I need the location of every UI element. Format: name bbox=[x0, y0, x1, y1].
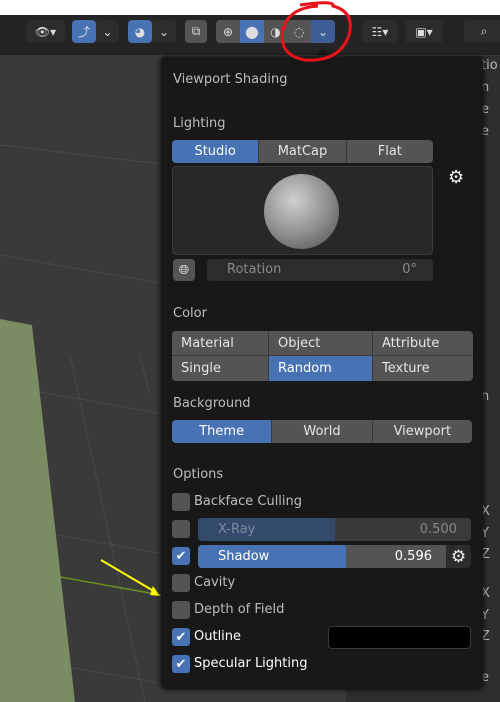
background-label: Background bbox=[173, 396, 251, 411]
gizmo-icon: ⤴ bbox=[77, 25, 90, 39]
color-attribute[interactable]: Attribute bbox=[373, 331, 473, 355]
cavity-label: Cavity bbox=[194, 575, 236, 590]
popup-title: Viewport Shading bbox=[173, 72, 288, 87]
rotation-field[interactable]: Rotation 0° bbox=[207, 259, 433, 281]
gear-icon[interactable]: ⚙ bbox=[448, 167, 464, 188]
lighting-matcap[interactable]: MatCap bbox=[259, 140, 347, 163]
overlay-toggle[interactable]: ◕ bbox=[128, 20, 152, 43]
outline-color-field[interactable] bbox=[328, 626, 471, 649]
selectability-dropdown[interactable]: 👁▾ bbox=[26, 20, 65, 43]
rendered-shading-button[interactable]: ◌ bbox=[287, 20, 311, 43]
world-space-lighting-toggle[interactable]: 🌐︎ bbox=[173, 259, 195, 281]
display-mode-icon: ▣▾ bbox=[415, 24, 433, 39]
shadow-label: Shadow bbox=[218, 549, 270, 564]
editor-display-dropdown[interactable]: ☷▾ bbox=[362, 20, 398, 43]
background-selector: Theme World Viewport bbox=[172, 420, 472, 443]
overlay-dropdown[interactable]: ⌄ bbox=[152, 20, 176, 43]
xray-toggle-icon: ⧉ bbox=[191, 24, 201, 38]
checkmark-icon: ✔ bbox=[175, 629, 187, 645]
xray-checkbox[interactable] bbox=[172, 520, 190, 538]
backface-culling-label: Backface Culling bbox=[194, 494, 303, 509]
backface-culling-checkbox[interactable] bbox=[172, 493, 190, 511]
globe-icon: 🌐︎ bbox=[178, 262, 190, 278]
outline-checkbox[interactable]: ✔ bbox=[172, 628, 190, 646]
material-preview-button[interactable]: ◑ bbox=[264, 20, 287, 43]
color-label: Color bbox=[173, 306, 207, 321]
color-single[interactable]: Single bbox=[172, 356, 268, 381]
gizmo-dropdown[interactable]: ⌄ bbox=[96, 20, 119, 43]
search-button[interactable]: ⌕ bbox=[464, 20, 500, 43]
chevron-down-icon: ⌄ bbox=[317, 24, 329, 39]
depth-of-field-label: Depth of Field bbox=[194, 602, 285, 617]
search-icon: ⌕ bbox=[480, 24, 488, 38]
depth-of-field-checkbox[interactable] bbox=[172, 601, 190, 619]
cavity-checkbox[interactable] bbox=[172, 574, 190, 592]
material-preview-icon: ◑ bbox=[270, 24, 281, 39]
eye-select-icon: 👁▾ bbox=[34, 24, 57, 39]
shadow-value: 0.596 bbox=[394, 549, 432, 564]
xray-label: X-Ray bbox=[218, 522, 256, 537]
rendered-shading-icon: ◌ bbox=[293, 24, 305, 39]
color-texture[interactable]: Texture bbox=[373, 356, 473, 381]
color-material[interactable]: Material bbox=[172, 331, 268, 355]
specular-lighting-checkbox[interactable]: ✔ bbox=[172, 655, 190, 673]
xray-toggle[interactable]: ⧉ bbox=[185, 20, 207, 43]
sphere-preview bbox=[264, 174, 339, 249]
wireframe-shading-icon: ⊕ bbox=[222, 24, 234, 39]
lighting-studio[interactable]: Studio bbox=[172, 140, 260, 163]
xray-slider[interactable]: X-Ray 0.500 bbox=[198, 518, 471, 541]
solid-shading-button[interactable]: ● bbox=[240, 20, 264, 43]
viewport-header: 👁▾ ⤴ ⌄ ◕ ⌄ ⧉ ⊕ ● ◑ ◌ ⌄ ☷▾ ▣▾ ⌕ bbox=[0, 15, 500, 55]
panel-text: tio bbox=[481, 58, 498, 73]
annotation-arrow-head bbox=[150, 586, 160, 596]
shadow-checkbox[interactable]: ✔ bbox=[172, 547, 190, 565]
options-label: Options bbox=[173, 467, 224, 482]
chevron-down-icon: ⌄ bbox=[158, 24, 170, 39]
top-strip bbox=[0, 0, 500, 15]
popup-pointer bbox=[316, 48, 330, 55]
outline-label: Outline bbox=[194, 629, 242, 644]
display-mode-dropdown[interactable]: ▣▾ bbox=[405, 20, 443, 43]
shading-dropdown-button[interactable]: ⌄ bbox=[311, 20, 335, 43]
rotation-value: 0° bbox=[402, 262, 417, 277]
background-theme[interactable]: Theme bbox=[172, 420, 273, 443]
checkmark-icon: ✔ bbox=[175, 548, 187, 564]
wireframe-shading-button[interactable]: ⊕ bbox=[216, 20, 240, 43]
chevron-down-icon: ⌄ bbox=[102, 24, 113, 39]
rotation-label: Rotation bbox=[227, 262, 282, 277]
color-object[interactable]: Object bbox=[269, 331, 372, 355]
xray-value: 0.500 bbox=[419, 522, 457, 537]
studio-light-preview[interactable] bbox=[172, 166, 433, 255]
lighting-label: Lighting bbox=[173, 116, 226, 131]
background-world[interactable]: World bbox=[272, 420, 373, 443]
green-plane bbox=[0, 319, 75, 702]
shadow-slider[interactable]: Shadow 0.596 bbox=[198, 545, 446, 568]
checkmark-icon: ✔ bbox=[175, 656, 187, 672]
lighting-flat[interactable]: Flat bbox=[346, 140, 433, 163]
solid-shading-icon: ● bbox=[245, 22, 259, 41]
color-random[interactable]: Random bbox=[269, 356, 372, 381]
gear-icon[interactable]: ⚙ bbox=[446, 545, 471, 568]
background-viewport[interactable]: Viewport bbox=[372, 420, 472, 443]
lighting-selector: Studio MatCap Flat bbox=[172, 140, 433, 163]
editor-type-icon: ☷▾ bbox=[371, 24, 389, 39]
overlay-icon: ◕ bbox=[134, 24, 146, 39]
color-selector: Material Object Attribute Single Random … bbox=[172, 331, 473, 381]
gizmo-toggle[interactable]: ⤴ bbox=[72, 20, 96, 43]
viewport-shading-popup: Viewport Shading Lighting Studio MatCap … bbox=[161, 57, 483, 689]
specular-lighting-label: Specular Lighting bbox=[194, 656, 308, 671]
